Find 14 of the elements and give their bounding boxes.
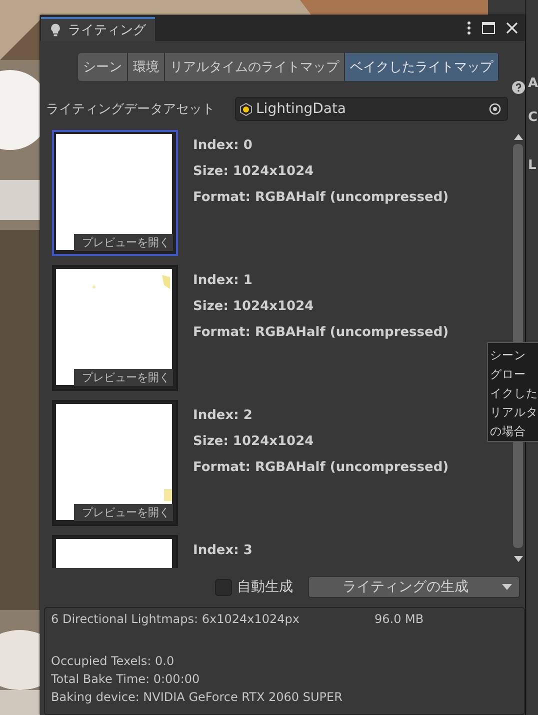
tooltip-text: の場合 xyxy=(490,423,527,440)
help-icon[interactable] xyxy=(512,81,525,94)
tooltip-text: シーン xyxy=(490,347,527,364)
object-picker-icon[interactable] xyxy=(489,103,501,115)
inspector-label: C xyxy=(528,110,538,125)
tooltip-text: リアルタ xyxy=(490,404,538,421)
tooltip-text: グロー xyxy=(490,366,527,383)
caret-icon xyxy=(502,584,512,590)
tooltip-text: イクした xyxy=(490,385,538,402)
inspector-label: L xyxy=(528,158,536,173)
inspector-label: A xyxy=(528,76,538,91)
scroll-up-icon[interactable] xyxy=(514,134,522,140)
close-icon[interactable] xyxy=(506,22,518,34)
scroll-down-icon[interactable] xyxy=(514,556,522,562)
